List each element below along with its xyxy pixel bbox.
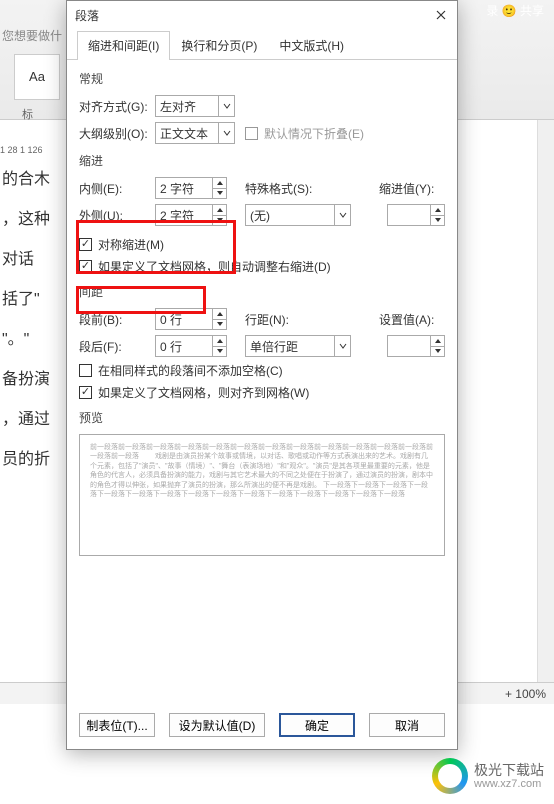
spin-down-icon[interactable] xyxy=(431,347,444,357)
chevron-down-icon xyxy=(218,96,234,116)
spin-up-icon[interactable] xyxy=(213,336,226,347)
style-caption: 标 xyxy=(22,106,33,122)
chevron-down-icon xyxy=(334,205,350,225)
cancel-button[interactable]: 取消 xyxy=(369,713,445,737)
vertical-scrollbar[interactable] xyxy=(537,120,554,682)
after-label: 段后(F): xyxy=(79,338,155,355)
style-sample[interactable]: Aa xyxy=(14,54,60,100)
before-label: 段前(B): xyxy=(79,311,155,328)
watermark: 极光下载站 www.xz7.com xyxy=(432,758,544,794)
ruler: 1 28 1 126 xyxy=(0,145,60,159)
outside-spinner[interactable]: 2 字符 xyxy=(155,204,227,226)
spin-up-icon[interactable] xyxy=(431,205,444,216)
spin-up-icon[interactable] xyxy=(431,336,444,347)
chevron-down-icon xyxy=(334,336,350,356)
line-spacing-combo[interactable]: 单倍行距 xyxy=(245,335,351,357)
grid-align-checkbox[interactable] xyxy=(79,386,92,399)
chevron-down-icon xyxy=(218,123,234,143)
set-value-spinner[interactable] xyxy=(387,335,445,357)
spin-down-icon[interactable] xyxy=(213,347,226,357)
set-value-label: 设置值(A): xyxy=(379,311,445,328)
zoom-level[interactable]: + 100% xyxy=(505,687,546,701)
default-collapse-label: 默认情况下折叠(E) xyxy=(264,125,364,142)
mirror-indent-label: 对称缩进(M) xyxy=(98,236,164,253)
special-label: 特殊格式(S): xyxy=(245,180,325,197)
tell-me-prompt: 您想要做什 xyxy=(2,27,62,44)
alignment-label: 对齐方式(G): xyxy=(79,98,155,115)
ok-button[interactable]: 确定 xyxy=(279,713,355,737)
watermark-name: 极光下载站 xyxy=(474,762,544,779)
watermark-logo-icon xyxy=(432,758,468,794)
indent-value-spinner[interactable] xyxy=(387,204,445,226)
alignment-combo[interactable]: 左对齐 xyxy=(155,95,235,117)
outline-label: 大纲级别(O): xyxy=(79,125,155,142)
watermark-url: www.xz7.com xyxy=(474,778,544,790)
document-body-fragment: 的合木 ，这种 对话 括了" "。" 备扮演 ，通过 员的折 xyxy=(0,160,70,480)
tab-line-page-breaks[interactable]: 换行和分页(P) xyxy=(170,31,268,60)
dialog-title: 段落 xyxy=(75,7,99,24)
section-indent: 缩进 xyxy=(79,152,445,169)
default-collapse-checkbox xyxy=(245,127,258,140)
indent-value-label: 缩进值(Y): xyxy=(379,180,445,197)
no-space-same-style-checkbox[interactable] xyxy=(79,364,92,377)
spin-up-icon[interactable] xyxy=(213,178,226,189)
after-spinner[interactable]: 0 行 xyxy=(155,335,227,357)
tab-indent-spacing[interactable]: 缩进和间距(I) xyxy=(77,31,170,60)
spin-down-icon[interactable] xyxy=(213,320,226,330)
special-combo[interactable]: (无) xyxy=(245,204,351,226)
dialog-tabs: 缩进和间距(I) 换行和分页(P) 中文版式(H) xyxy=(67,31,457,60)
grid-adjust-indent-label: 如果定义了文档网格，则自动调整右缩进(D) xyxy=(98,258,331,275)
share-label: 录 🙂 共享 xyxy=(486,2,544,19)
grid-align-label: 如果定义了文档网格，则对齐到网格(W) xyxy=(98,384,309,401)
tab-asian-typography[interactable]: 中文版式(H) xyxy=(268,31,355,60)
mirror-indent-checkbox[interactable] xyxy=(79,238,92,251)
tabs-button[interactable]: 制表位(T)... xyxy=(79,713,155,737)
grid-adjust-indent-checkbox[interactable] xyxy=(79,260,92,273)
spin-up-icon[interactable] xyxy=(213,205,226,216)
outline-combo[interactable]: 正文文本 xyxy=(155,122,235,144)
section-spacing: 间距 xyxy=(79,283,445,300)
spin-down-icon[interactable] xyxy=(431,216,444,226)
section-preview: 预览 xyxy=(79,409,445,426)
section-general: 常规 xyxy=(79,70,445,87)
line-spacing-label: 行距(N): xyxy=(245,311,325,328)
paragraph-dialog: 段落 缩进和间距(I) 换行和分页(P) 中文版式(H) 常规 对齐方式(G):… xyxy=(66,0,458,750)
no-space-same-style-label: 在相同样式的段落间不添加空格(C) xyxy=(98,362,283,379)
set-default-button[interactable]: 设为默认值(D) xyxy=(169,713,265,737)
inside-spinner[interactable]: 2 字符 xyxy=(155,177,227,199)
spin-down-icon[interactable] xyxy=(213,216,226,226)
before-spinner[interactable]: 0 行 xyxy=(155,308,227,330)
inside-label: 内侧(E): xyxy=(79,180,155,197)
spin-up-icon[interactable] xyxy=(213,309,226,320)
spin-down-icon[interactable] xyxy=(213,189,226,199)
outside-label: 外侧(U): xyxy=(79,207,155,224)
preview-box: 前一段落前一段落前一段落前一段落前一段落前一段落前一段落前一段落前一段落前一段落… xyxy=(79,434,445,556)
close-button[interactable] xyxy=(431,5,451,25)
